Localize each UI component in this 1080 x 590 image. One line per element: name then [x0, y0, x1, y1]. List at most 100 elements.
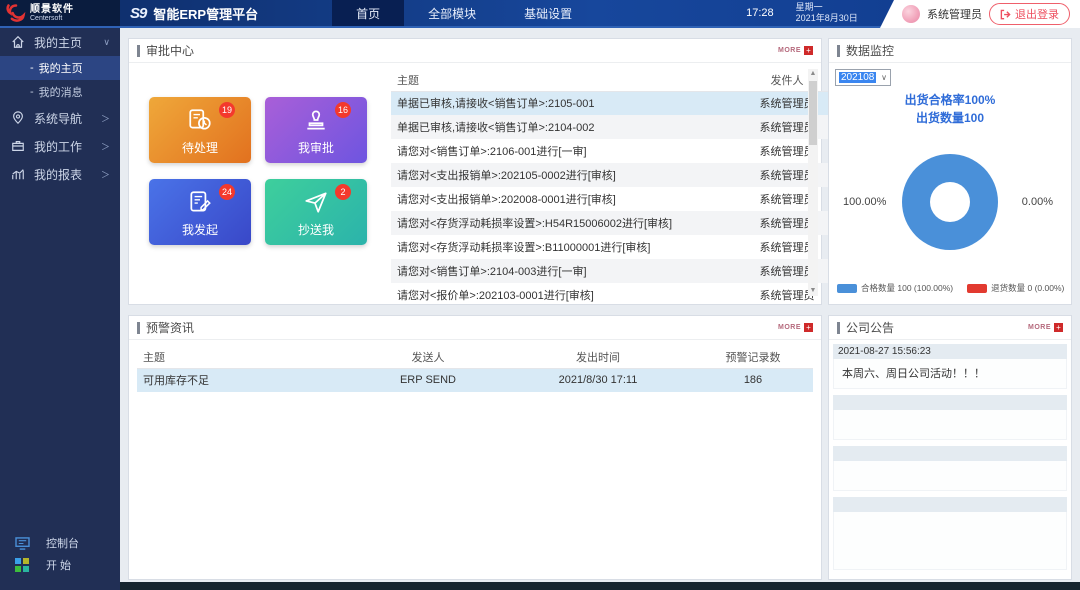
sidebar-sub-my-messages[interactable]: - 我的消息	[0, 80, 120, 104]
pending-count-badge: 19	[219, 102, 235, 118]
col-subject: 主题	[137, 346, 353, 368]
chevron-right-icon: ＞	[101, 168, 110, 181]
topbar: 顺景软件 Centersoft S9 智能ERP管理平台 首页 全部模块 基础设…	[0, 0, 1080, 28]
donut-ring	[902, 154, 998, 250]
legend-label: 合格数量 100 (100.00%)	[861, 282, 953, 294]
more-plus-icon: +	[1054, 323, 1063, 332]
sidebar-item-my-home[interactable]: 我的主页 ∨	[0, 28, 120, 56]
approval-more-button[interactable]: MORE +	[778, 46, 813, 55]
doc-edit-icon	[187, 189, 213, 215]
tile-initiated[interactable]: 24 我发起	[149, 179, 251, 245]
row-subject: 请您对<报价单>:202103-0001进行[审核]	[391, 283, 743, 307]
username: 系统管理员	[927, 6, 982, 22]
announcement-list: 2021-08-27 15:56:23 本周六、周日公司活动！！！	[833, 344, 1067, 576]
monitor-stats: 出货合格率100% 出货数量100	[829, 91, 1071, 127]
approval-center-panel: 审批中心 MORE + 19 待处理	[128, 38, 822, 305]
tile-pending[interactable]: 19 待处理	[149, 97, 251, 163]
announcement-item-empty	[833, 497, 1067, 570]
approval-tiles: 19 待处理 16 我审批 24 我发起	[149, 97, 367, 245]
alerts-panel-title: 预警资讯	[137, 319, 194, 336]
announcement-item-empty	[833, 446, 1067, 491]
nav-all-modules[interactable]: 全部模块	[404, 0, 500, 26]
sidebar-footer: 控制台 开 始	[0, 532, 120, 576]
sidebar-item-system-nav[interactable]: 系统导航 ＞	[0, 104, 120, 132]
start-label: 开 始	[46, 557, 71, 573]
nav-home[interactable]: 首页	[332, 0, 404, 26]
tile-cc-me[interactable]: 2 抄送我	[265, 179, 367, 245]
logo-en: Centersoft	[30, 15, 74, 22]
console-label: 控制台	[46, 535, 79, 551]
sidebar-sub-label: 我的主页	[39, 60, 83, 76]
weekday: 星期一	[796, 2, 858, 13]
more-label: MORE	[778, 47, 801, 54]
chevron-right-icon: ＞	[101, 112, 110, 125]
clock: 17:28	[746, 0, 774, 26]
scroll-up-icon[interactable]: ▲	[808, 69, 818, 79]
home-icon	[10, 34, 26, 50]
announcement-date	[833, 497, 1067, 512]
row-subject: 单据已审核,请接收<销售订单>:2104-002	[391, 115, 743, 139]
console-button[interactable]: 控制台	[0, 532, 120, 554]
legend-swatch-red	[967, 284, 987, 293]
sidebar-item-my-work[interactable]: 我的工作 ＞	[0, 132, 120, 160]
announcement-item[interactable]: 2021-08-27 15:56:23 本周六、周日公司活动！！！	[833, 344, 1067, 389]
product-brand: S9 智能ERP管理平台	[120, 0, 272, 26]
tile-label: 抄送我	[298, 221, 334, 238]
alerts-panel: 预警资讯 MORE + 主题 发送人 发出时间 预警记录数 可用库	[128, 315, 822, 580]
start-grid-icon	[14, 557, 30, 573]
announcement-date	[833, 446, 1067, 461]
sidebar-item-my-reports[interactable]: 我的报表 ＞	[0, 160, 120, 188]
sub-bullet: -	[30, 86, 34, 98]
more-plus-icon: +	[804, 46, 813, 55]
shipment-qty-text: 出货数量100	[829, 109, 1071, 127]
logo-text: 顺景软件 Centersoft	[30, 5, 74, 22]
start-button[interactable]: 开 始	[0, 554, 120, 576]
tile-label: 我审批	[298, 139, 334, 156]
bar-chart-icon	[10, 166, 26, 182]
logo-cn: 顺景软件	[30, 5, 74, 15]
date: 2021年8月30日	[796, 13, 858, 24]
alerts-more-button[interactable]: MORE +	[778, 323, 813, 332]
chevron-down-icon: ∨	[103, 37, 110, 48]
legend-returned[interactable]: 退货数量 0 (0.00%)	[967, 282, 1064, 294]
row-subject: 请您对<销售订单>:2104-003进行[一审]	[391, 259, 743, 283]
row-subject: 请您对<销售订单>:2106-001进行[一审]	[391, 139, 743, 163]
initiated-count-badge: 24	[219, 184, 235, 200]
row-subject: 请您对<存货浮动耗损率设置>:H54R15006002进行[审核]	[391, 211, 743, 235]
row-sender: ERP SEND	[353, 368, 503, 392]
sidebar-item-label: 我的工作	[34, 138, 101, 155]
scroll-down-icon[interactable]: ▼	[808, 286, 818, 296]
scrollbar-thumb[interactable]	[809, 81, 817, 145]
s9-logo: S9	[130, 5, 146, 22]
bottom-strip	[120, 582, 1080, 590]
legend-qualified[interactable]: 合格数量 100 (100.00%)	[837, 282, 953, 294]
col-sender: 发送人	[353, 346, 503, 368]
announce-more-button[interactable]: MORE +	[1028, 323, 1063, 332]
briefcase-icon	[10, 138, 26, 154]
sidebar-sub-my-home[interactable]: - 我的主页	[0, 56, 120, 80]
row-subject: 单据已审核,请接收<销售订单>:2105-001	[391, 91, 743, 115]
company-logo: 顺景软件 Centersoft	[0, 0, 120, 26]
announcement-text	[833, 410, 1067, 440]
sidebar-item-label: 我的主页	[34, 34, 103, 51]
pending-doc-clock-icon	[187, 107, 213, 133]
row-subject: 请您对<支出报销单>:202008-0001进行[审核]	[391, 187, 743, 211]
date-box: 星期一 2021年8月30日	[796, 0, 858, 26]
table-scrollbar[interactable]: ▲ ▼	[808, 69, 818, 296]
row-subject: 请您对<存货浮动耗损率设置>:B11000001进行[审核]	[391, 235, 743, 259]
logout-icon	[1000, 9, 1011, 20]
console-icon	[14, 535, 30, 551]
avatar[interactable]	[902, 5, 920, 23]
sidebar-item-label: 我的报表	[34, 166, 101, 183]
table-row[interactable]: 可用库存不足 ERP SEND 2021/8/30 17:11 186	[137, 368, 813, 392]
top-nav: 首页 全部模块 基础设置	[332, 0, 596, 26]
nav-basic-settings[interactable]: 基础设置	[500, 0, 596, 26]
announcement-text	[833, 461, 1067, 491]
legend-label: 退货数量 0 (0.00%)	[991, 282, 1064, 294]
erp-dashboard: 顺景软件 Centersoft S9 智能ERP管理平台 首页 全部模块 基础设…	[0, 0, 1080, 590]
tile-my-approvals[interactable]: 16 我审批	[265, 97, 367, 163]
paper-plane-icon	[303, 189, 329, 215]
logout-button[interactable]: 退出登录	[989, 3, 1070, 25]
donut-chart: 100.00% 0.00%	[829, 147, 1071, 257]
period-dropdown[interactable]: 202108 ∨	[835, 69, 891, 86]
